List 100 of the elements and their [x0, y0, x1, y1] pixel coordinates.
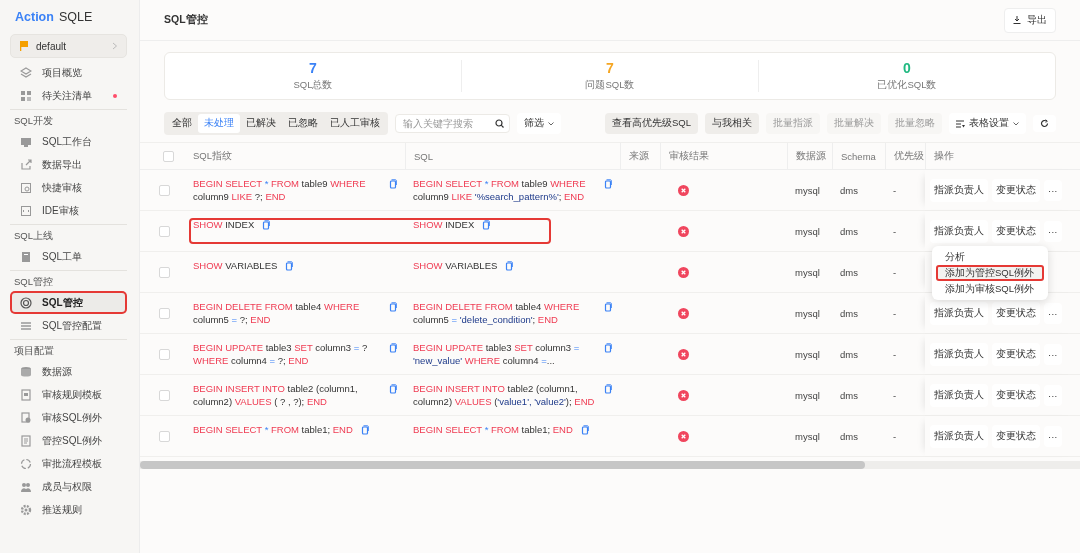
sidebar-item[interactable]: IDE审核 — [10, 199, 127, 222]
more-button[interactable]: ··· — [1044, 220, 1062, 242]
more-button[interactable]: ··· — [1044, 425, 1062, 447]
menu-item-icon — [20, 158, 32, 171]
checkbox[interactable] — [163, 150, 174, 162]
menu-item[interactable]: 添加为管控SQL例外 — [936, 265, 1044, 281]
stat-value: 0 — [903, 60, 911, 76]
stat-value: 7 — [606, 60, 614, 76]
table-cell: - — [893, 348, 897, 360]
action-button[interactable]: 变更状态 — [992, 342, 1040, 366]
copy-icon[interactable] — [604, 384, 612, 394]
refresh-icon — [1040, 119, 1049, 128]
menu-item-icon — [20, 503, 32, 516]
sidebar-item[interactable]: SQL工单 — [10, 245, 127, 268]
more-button[interactable]: ··· — [1044, 384, 1062, 406]
action-button[interactable]: 指派负责人 — [930, 178, 988, 202]
search-field[interactable]: 输入关键字搜索 — [395, 114, 510, 133]
filter-tab[interactable]: 已人工审核 — [324, 114, 386, 133]
search-icon[interactable] — [495, 119, 504, 128]
menu-item-icon — [20, 250, 32, 263]
sql-text: BEGIN UPDATE table3 SET column3 = ? WHERE column4 = ?; END — [193, 341, 369, 367]
table-cell: dms — [840, 348, 858, 360]
sql-text: SHOW VARIABLES — [413, 259, 498, 272]
checkbox[interactable] — [159, 225, 170, 237]
table-cell: - — [893, 389, 897, 401]
action-button[interactable]: 变更状态 — [992, 424, 1040, 448]
copy-icon[interactable] — [604, 343, 612, 353]
filter-tab[interactable]: 已解决 — [240, 114, 282, 133]
checkbox[interactable] — [159, 430, 170, 442]
more-button[interactable]: ··· — [1044, 343, 1062, 365]
toolbar-button[interactable]: 查看高优先级SQL — [605, 113, 698, 134]
copy-icon[interactable] — [389, 179, 397, 189]
action-button[interactable]: 变更状态 — [992, 219, 1040, 243]
more-button[interactable]: ··· — [1044, 302, 1062, 324]
copy-icon[interactable] — [389, 384, 397, 394]
checkbox[interactable] — [159, 307, 170, 319]
export-button[interactable]: 导出 — [1004, 7, 1056, 33]
sidebar-item[interactable]: SQL管控 — [10, 291, 127, 314]
menu-item-icon — [20, 365, 32, 378]
sidebar-item[interactable]: 审批流程模板 — [10, 452, 127, 475]
toolbar-button[interactable]: 与我相关 — [705, 113, 759, 134]
menu-item-icon — [20, 319, 32, 332]
sidebar-item[interactable]: 快捷审核 — [10, 176, 127, 199]
menu-item-icon — [20, 66, 32, 79]
sql-text: BEGIN INSERT INTO table2 (column1, column2) VALUES ( ? , ?); END — [193, 382, 359, 408]
action-button[interactable]: 指派负责人 — [930, 342, 988, 366]
project-selector[interactable]: default — [10, 34, 127, 58]
table-cell: dms — [840, 430, 858, 442]
checkbox[interactable] — [159, 266, 170, 278]
action-button[interactable]: 指派负责人 — [930, 301, 988, 325]
action-button[interactable]: 变更状态 — [992, 301, 1040, 325]
filter-tab[interactable]: 已忽略 — [282, 114, 324, 133]
action-button[interactable]: 变更状态 — [992, 383, 1040, 407]
sidebar-item[interactable]: 推送规则 — [10, 498, 127, 521]
copy-icon[interactable] — [482, 220, 491, 230]
sql-text: BEGIN DELETE FROM table4 WHERE column5 = 'delete_condition'; END — [413, 300, 581, 326]
menu-item-icon — [20, 135, 32, 148]
checkbox[interactable] — [159, 184, 170, 196]
sidebar-item[interactable]: 审核SQL例外 — [10, 406, 127, 429]
sidebar-item[interactable]: SQL管控配置 — [10, 314, 127, 337]
menu-item-icon — [20, 388, 32, 401]
checkbox[interactable] — [159, 348, 170, 360]
filter-tab[interactable]: 未处理 — [198, 114, 240, 133]
menu-item[interactable]: 分析 — [936, 249, 1044, 265]
copy-icon[interactable] — [389, 343, 397, 353]
copy-icon[interactable] — [262, 220, 271, 230]
table-settings-button[interactable]: 表格设置 — [949, 113, 1026, 134]
action-button[interactable]: 指派负责人 — [930, 424, 988, 448]
caret-icon — [548, 121, 554, 126]
filter-tab[interactable]: 全部 — [166, 114, 198, 133]
action-button[interactable]: 指派负责人 — [930, 383, 988, 407]
copy-icon[interactable] — [505, 261, 514, 271]
copy-icon[interactable] — [604, 302, 612, 312]
checkbox[interactable] — [159, 389, 170, 401]
sidebar-item[interactable]: 待关注清单 — [10, 84, 127, 107]
sidebar-item[interactable]: 成员与权限 — [10, 475, 127, 498]
sidebar-item[interactable]: 数据源 — [10, 360, 127, 383]
more-button[interactable]: ··· — [1044, 179, 1062, 201]
table-cell: mysql — [795, 389, 820, 401]
sql-text: BEGIN DELETE FROM table4 WHERE column5 = ?; END — [193, 300, 361, 326]
fingerprint-icon — [20, 296, 32, 309]
menu-item[interactable]: 添加为审核SQL例外 — [936, 281, 1044, 297]
copy-icon[interactable] — [580, 425, 589, 435]
table-cell: dms — [840, 184, 858, 196]
sql-text: BEGIN SELECT * FROM table9 WHERE column9 LIKE ?; END — [193, 177, 367, 203]
sidebar-item[interactable]: 项目概览 — [10, 61, 127, 84]
action-button[interactable]: 变更状态 — [992, 178, 1040, 202]
copy-icon[interactable] — [604, 179, 612, 189]
sidebar-item[interactable]: 管控SQL例外 — [10, 429, 127, 452]
copy-icon[interactable] — [360, 425, 369, 435]
refresh-button[interactable] — [1033, 115, 1056, 132]
table-cell: - — [893, 307, 897, 319]
copy-icon[interactable] — [389, 302, 397, 312]
sidebar-item[interactable]: 数据导出 — [10, 153, 127, 176]
sidebar-item[interactable]: SQL工作台 — [10, 130, 127, 153]
scrollbar[interactable] — [140, 461, 1080, 469]
sidebar-item[interactable]: 审核规则模板 — [10, 383, 127, 406]
filter-button[interactable]: 筛选 — [517, 113, 561, 134]
action-button[interactable]: 指派负责人 — [930, 219, 988, 243]
copy-icon[interactable] — [285, 261, 294, 271]
